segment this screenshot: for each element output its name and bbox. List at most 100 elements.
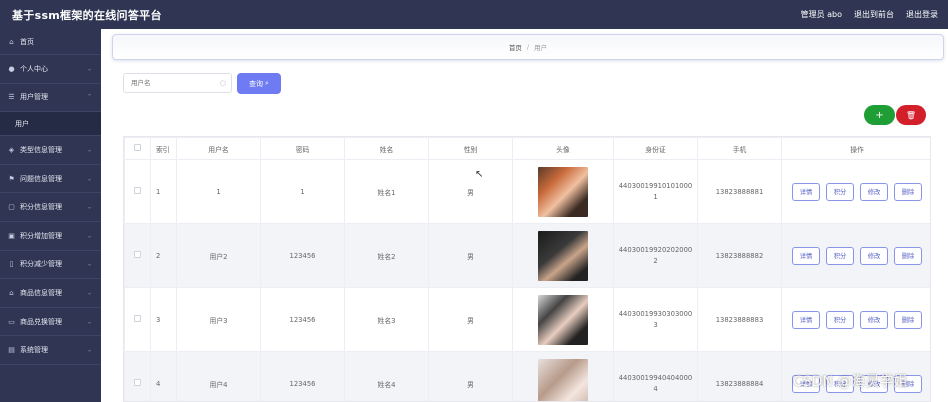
table-row: 2 用户2 123456 姓名2 男 44030019920202000 2 13… (124, 223, 930, 288)
search-field[interactable]: ○ (123, 73, 232, 93)
sidebar-item-user-management[interactable]: ☰ 用户管理 ⌃ (0, 84, 101, 113)
chevron-up-icon: ⌃ (86, 93, 92, 101)
row-select-cell[interactable] (124, 159, 151, 224)
detail-button[interactable]: 详情 (792, 310, 820, 329)
sidebar-item-system[interactable]: ▤ 系统管理 ⌄ (0, 336, 101, 365)
avatar (538, 294, 588, 345)
detail-button[interactable]: 详情 (792, 246, 820, 265)
detail-button[interactable]: 详情 (792, 182, 820, 201)
sidebar-item-home[interactable]: ⌂ 首页 (0, 29, 101, 55)
select-all-cell[interactable] (124, 137, 151, 160)
cell-avatar (512, 351, 614, 401)
row-checkbox[interactable] (134, 187, 141, 194)
row-select-cell[interactable] (124, 287, 151, 352)
id-card-part1: 44030019930303000 (618, 309, 693, 318)
sidebar-item-points-reduce[interactable]: ▯ 积分减少管理 ⌄ (0, 251, 101, 280)
cell-index: 1 (150, 159, 177, 224)
row-checkbox[interactable] (134, 379, 141, 386)
sidebar-item-points-add[interactable]: ▣ 积分增加管理 ⌄ (0, 222, 101, 251)
sidebar-item-label: 首页 (20, 37, 34, 46)
points-button[interactable]: 积分 (826, 182, 854, 201)
chevron-down-icon: ⌄ (86, 232, 92, 240)
cell-name: 姓名4 (344, 351, 429, 401)
cell-password: 1 (260, 159, 345, 224)
shop-icon: ⌂ (9, 288, 14, 297)
logout-link[interactable]: 退出登录 (906, 9, 938, 20)
cell-name: 姓名3 (344, 287, 429, 352)
table-row: 1 1 1 姓名1 男 44030019910101000 1 138238888… (124, 159, 930, 224)
exchange-icon: ▭ (8, 317, 15, 326)
cell-username: 1 (176, 159, 261, 224)
breadcrumb-home[interactable]: 首页 (509, 42, 522, 52)
sidebar-item-question-info[interactable]: ⚑ 问题信息管理 ⌄ (0, 165, 101, 194)
cell-id-card: 44030019910101000 1 (613, 159, 698, 224)
id-card-part2: 3 (653, 320, 658, 329)
system-icon: ▤ (8, 346, 15, 355)
chevron-down-icon: ⌄ (86, 203, 92, 211)
points-button[interactable]: 积分 (826, 310, 854, 329)
edit-button[interactable]: 修改 (860, 310, 888, 329)
search-icon: ⌕ (265, 79, 269, 87)
chevron-down-icon: ⌄ (86, 175, 92, 183)
sidebar-item-points-info[interactable]: ▢ 积分信息管理 ⌄ (0, 193, 101, 222)
user-icon: ● (8, 64, 15, 73)
sidebar-item-goods-exchange[interactable]: ▭ 商品兑换管理 ⌄ (0, 308, 101, 337)
search-button[interactable]: 查询 ⌕ (237, 73, 281, 94)
sidebar-item-label: 积分增加管理 (20, 231, 62, 240)
row-checkbox[interactable] (134, 251, 141, 258)
exit-front-link[interactable]: 退出到前台 (854, 9, 894, 20)
cell-phone: 13823888882 (697, 223, 782, 288)
cell-username: 用户3 (176, 287, 261, 352)
select-all-checkbox[interactable] (134, 144, 141, 151)
chevron-down-icon: ⌄ (86, 260, 92, 268)
main-content: 首页 / 用户 ○ 查询 ⌕ + 🗑 索引 用户名 密码 姓名 性别 (101, 29, 948, 402)
edit-button[interactable]: 修改 (860, 246, 888, 265)
cell-phone: 13823888883 (697, 287, 782, 352)
column-header: 索引 (150, 137, 177, 160)
avatar (538, 230, 588, 281)
search-clear-icon: ○ (219, 79, 226, 87)
row-select-cell[interactable] (124, 351, 151, 401)
row-select-cell[interactable] (124, 223, 151, 288)
cell-username: 用户4 (176, 351, 261, 401)
mouse-cursor-icon: ↖ (475, 169, 484, 180)
sidebar-item-personal-center[interactable]: ● 个人中心 ⌄ (0, 55, 101, 84)
delete-button[interactable]: 删除 (894, 310, 922, 329)
id-card-part2: 4 (653, 384, 658, 393)
list-icon: ☰ (8, 93, 15, 102)
tags-icon: ◈ (8, 145, 15, 154)
column-header: 性别 (428, 137, 513, 160)
cell-id-card: 44030019940404000 4 (613, 351, 698, 401)
id-card-part2: 1 (653, 192, 658, 201)
sidebar-item-label: 个人中心 (20, 64, 48, 73)
cell-ops: 详情 积分 修改 删除 (781, 223, 930, 288)
trash-icon: 🗑 (905, 110, 917, 120)
add-button[interactable]: + (864, 105, 895, 125)
points-button[interactable]: 积分 (826, 246, 854, 265)
delete-button[interactable]: 删除 (894, 246, 922, 265)
batch-delete-button[interactable]: 🗑 (896, 105, 926, 125)
breadcrumb-separator: / (526, 43, 530, 51)
table-row: 3 用户3 123456 姓名3 男 44030019930303000 3 13… (124, 287, 930, 352)
row-checkbox[interactable] (134, 315, 141, 322)
search-input[interactable] (131, 79, 219, 87)
sidebar-item-users[interactable]: 用户 (0, 112, 101, 137)
chevron-down-icon: ⌄ (86, 146, 92, 154)
chevron-down-icon: ⌄ (86, 289, 92, 297)
sidebar-item-label: 系统管理 (20, 346, 48, 355)
edit-button[interactable]: 修改 (860, 182, 888, 201)
chevron-down-icon: ⌄ (86, 65, 92, 73)
sidebar: ⌂ 首页 ● 个人中心 ⌄ ☰ 用户管理 ⌃ 用户 ◈ 类型信息管理 ⌄ ⚑ 问… (0, 29, 101, 402)
sidebar-item-label: 问题信息管理 (20, 174, 62, 183)
sidebar-item-label: 积分减少管理 (20, 260, 62, 269)
cell-index: 3 (150, 287, 177, 352)
delete-button[interactable]: 删除 (894, 182, 922, 201)
sidebar-item-label: 商品信息管理 (20, 288, 62, 297)
cell-avatar (512, 287, 614, 352)
cell-id-card: 44030019920202000 2 (613, 223, 698, 288)
phone-icon: ▯ (9, 260, 14, 269)
sidebar-item-type-info[interactable]: ◈ 类型信息管理 ⌄ (0, 136, 101, 165)
sidebar-item-label: 积分信息管理 (20, 203, 62, 212)
sidebar-item-goods-info[interactable]: ⌂ 商品信息管理 ⌄ (0, 279, 101, 308)
id-card-part1: 44030019910101000 (618, 181, 693, 190)
